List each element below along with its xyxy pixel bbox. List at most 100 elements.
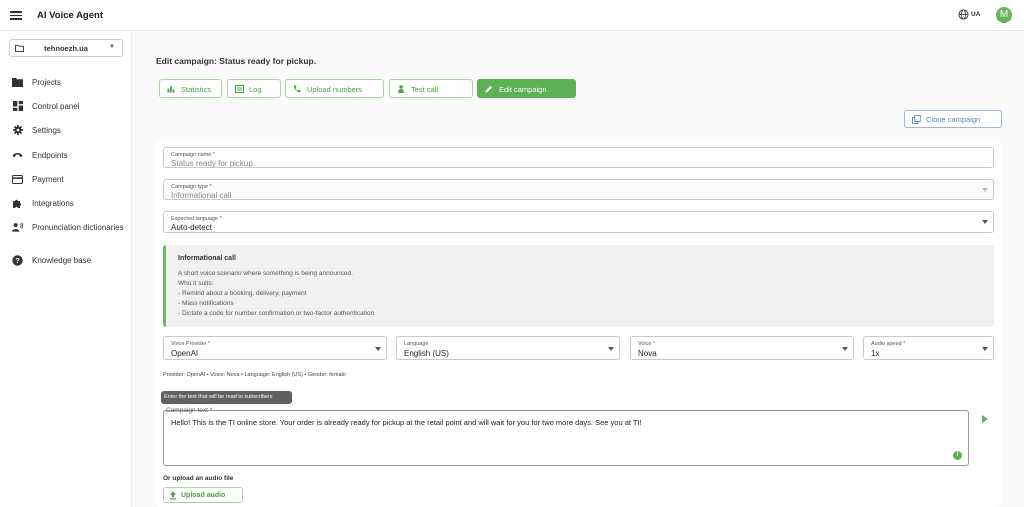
audio-speed-select[interactable]: Audio speed * 1x [863, 336, 994, 360]
chevron-down-icon [982, 220, 988, 224]
info-line: - Remind about a booking, delivery, paym… [178, 290, 307, 297]
expected-language-select[interactable]: Expected language * Auto-detect [163, 211, 994, 233]
chevron-down-icon: ▼ [109, 44, 115, 50]
sidebar-item-integrations[interactable]: Integrations [12, 196, 74, 210]
credit-card-icon [12, 174, 23, 185]
project-selector[interactable]: tehnoezh.ua ▼ [9, 39, 123, 57]
provider-summary: Provider: OpenAI • Voice: Nova • Languag… [163, 372, 346, 378]
tab-label: Test call [411, 84, 439, 94]
campaign-type-select[interactable]: Campaign type * Informational call [163, 179, 994, 200]
sidebar-item-settings[interactable]: Settings [12, 123, 61, 137]
help-icon: ? [12, 254, 23, 266]
chevron-down-icon [982, 347, 988, 351]
info-line: A short voice scenario where something i… [178, 270, 353, 277]
chevron-down-icon [375, 347, 381, 351]
info-icon[interactable]: i [953, 451, 962, 460]
page-title: Edit campaign: Status ready for pickup. [156, 56, 317, 66]
sidebar-item-label: Endpoints [32, 150, 68, 160]
sidebar-item-label: Integrations [32, 198, 74, 208]
campaign-text: Hello! This is the TI online store. Your… [171, 418, 642, 427]
expected-language-label: Expected language * [171, 216, 222, 222]
person-icon [398, 85, 404, 93]
puzzle-icon [12, 198, 23, 209]
campaign-type-label: Campaign type * [171, 184, 212, 190]
language-select[interactable]: Language English (US) [396, 336, 620, 360]
chevron-down-icon [608, 347, 614, 351]
info-title: Informational call [178, 255, 236, 262]
voice-provider-label: Voice Provider * [171, 341, 211, 347]
clone-campaign-label: Clone campaign [926, 115, 981, 124]
svg-text:?: ? [15, 256, 20, 265]
hamburger-menu-icon[interactable] [10, 9, 22, 21]
sidebar-item-label: Pronunciation dictionaries [32, 222, 124, 232]
globe-icon [958, 9, 969, 20]
campaign-text-area[interactable]: Hello! This is the TI online store. Your… [163, 410, 969, 466]
sidebar-item-label: Settings [32, 125, 61, 135]
tab-edit-campaign[interactable]: Edit campaign [477, 79, 576, 98]
sidebar-item-label: Knowledge base [32, 255, 92, 265]
list-icon [235, 85, 244, 93]
info-line: Who it suits: [178, 280, 214, 287]
copy-icon [912, 115, 921, 124]
phone-icon [12, 150, 23, 161]
sidebar-item-endpoints[interactable]: Endpoints [12, 148, 68, 162]
chevron-down-icon [982, 188, 988, 192]
upload-audio-label: Or upload an audio file [163, 475, 234, 482]
chevron-down-icon [842, 347, 848, 351]
tab-test-call[interactable]: Test call [389, 79, 473, 98]
sidebar-item-pronunciation-dictionaries[interactable]: Pronunciation dictionaries [12, 220, 124, 234]
voice-provider-value: OpenAI [171, 349, 199, 358]
upload-icon [170, 491, 176, 500]
folder-icon [12, 77, 23, 88]
tab-statistics[interactable]: Statistics [159, 79, 222, 98]
language-value: English (US) [404, 349, 449, 358]
tab-upload-numbers[interactable]: Upload numbers [285, 79, 384, 98]
tab-label: Log [249, 84, 262, 94]
tab-label: Edit campaign [499, 84, 547, 94]
speaker-person-icon [12, 222, 23, 233]
pencil-icon [485, 85, 493, 93]
audio-speed-value: 1x [871, 349, 880, 358]
sidebar-item-control-panel[interactable]: Control panel [12, 99, 80, 113]
sidebar-item-label: Control panel [32, 101, 80, 111]
campaign-name-label: Campaign name * [171, 152, 216, 158]
info-line: - Mass notifications [178, 300, 234, 307]
language-switcher[interactable]: UA [958, 9, 980, 20]
voice-select[interactable]: Voice * Nova [630, 336, 854, 360]
project-name: tehnoezh.ua [44, 44, 88, 53]
phone-icon [293, 85, 301, 93]
tooltip: Enter the text that will be read to subs… [161, 391, 292, 404]
campaign-name-value: Status ready for pickup. [171, 159, 256, 168]
clone-campaign-button[interactable]: Clone campaign [904, 110, 1002, 128]
expected-language-value: Auto-detect [171, 223, 212, 232]
top-bar: AI Voice Agent UA M [0, 0, 1024, 31]
tab-label: Statistics [181, 84, 212, 94]
audio-speed-label: Audio speed * [871, 341, 906, 347]
campaign-text-label: Campaign text * [166, 407, 213, 414]
campaign-type-value: Informational call [171, 191, 232, 200]
voice-provider-select[interactable]: Voice Provider * OpenAI [163, 336, 387, 360]
voice-label: Voice * [638, 341, 656, 347]
sidebar-item-projects[interactable]: Projects [12, 75, 61, 89]
tab-log[interactable]: Log [227, 79, 281, 98]
avatar[interactable]: M [996, 7, 1012, 23]
bar-chart-icon [167, 86, 175, 93]
gear-icon [12, 125, 23, 136]
campaign-type-info-box: Informational call A short voice scenari… [163, 245, 994, 327]
dashboard-icon [12, 101, 23, 112]
language-label: Language [404, 341, 429, 347]
upload-audio-button-label: Upload audio [181, 491, 226, 499]
info-line: - Dictate a code for number confirmation… [178, 310, 375, 317]
upload-audio-button[interactable]: Upload audio [163, 487, 243, 503]
sidebar-item-label: Projects [32, 77, 61, 87]
sidebar-item-payment[interactable]: Payment [12, 172, 64, 186]
campaign-name-field[interactable]: Campaign name * Status ready for pickup. [163, 147, 994, 168]
play-icon[interactable] [982, 415, 988, 423]
app-title: AI Voice Agent [37, 10, 103, 21]
sidebar: tehnoezh.ua ▼ Projects Control panel Set… [0, 32, 132, 507]
sidebar-item-knowledge-base[interactable]: ? Knowledge base [12, 253, 91, 267]
sidebar-item-label: Payment [32, 174, 64, 184]
voice-value: Nova [638, 349, 657, 358]
language-code: UA [971, 11, 981, 18]
tab-label: Upload numbers [307, 84, 363, 94]
